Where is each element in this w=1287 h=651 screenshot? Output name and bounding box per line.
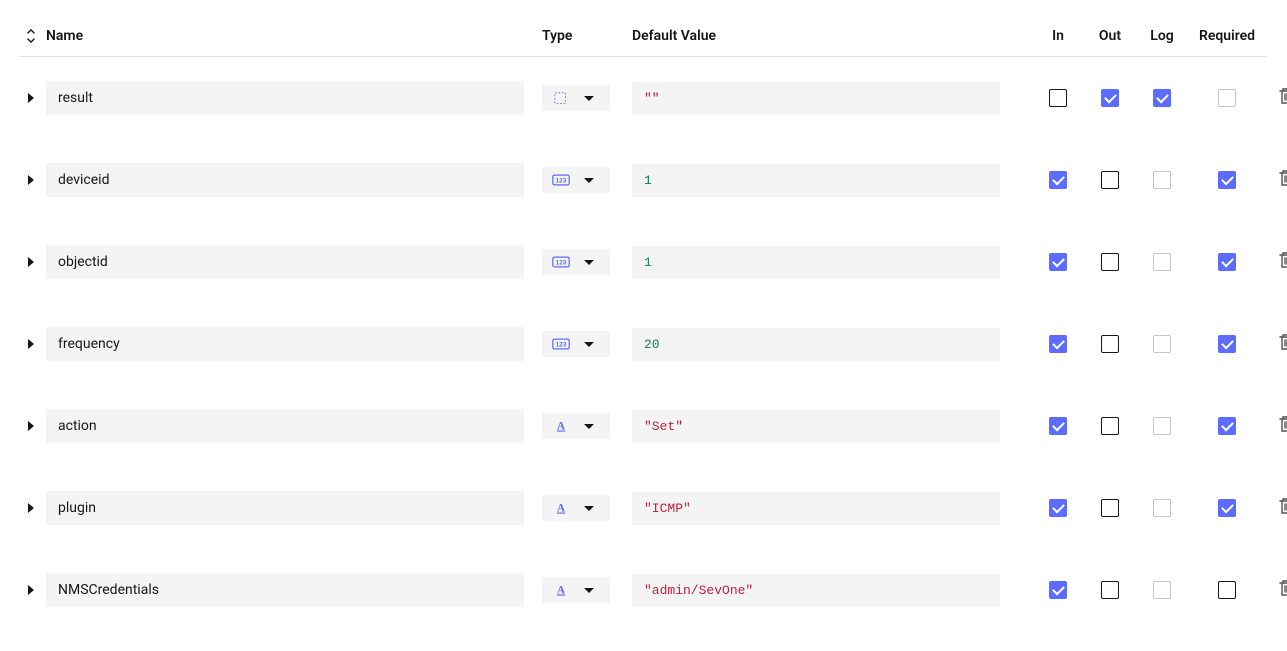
log-checkbox xyxy=(1153,499,1171,517)
in-checkbox[interactable] xyxy=(1049,581,1067,599)
chevron-down-icon xyxy=(584,260,594,265)
log-checkbox[interactable] xyxy=(1153,89,1171,107)
log-checkbox xyxy=(1153,417,1171,435)
name-input[interactable]: result xyxy=(46,81,524,115)
delete-icon[interactable] xyxy=(1278,169,1287,187)
chevron-down-icon xyxy=(584,178,594,183)
default-value-input[interactable]: 1 xyxy=(632,246,1000,279)
type-select[interactable]: A xyxy=(542,495,610,521)
parameters-table: Name Type Default Value In Out Log Requi… xyxy=(20,20,1267,631)
log-checkbox xyxy=(1153,581,1171,599)
name-input[interactable]: frequency xyxy=(46,327,524,361)
header-default: Default Value xyxy=(632,28,1032,44)
in-checkbox[interactable] xyxy=(1049,499,1067,517)
chevron-down-icon xyxy=(584,506,594,511)
header-type: Type xyxy=(542,28,632,44)
required-checkbox[interactable] xyxy=(1218,171,1236,189)
name-input[interactable]: plugin xyxy=(46,491,524,525)
default-value-input[interactable]: 20 xyxy=(632,328,1000,361)
required-checkbox[interactable] xyxy=(1218,417,1236,435)
expand-row-icon[interactable] xyxy=(20,585,42,595)
name-input[interactable]: NMSCredentials xyxy=(46,573,524,607)
delete-icon[interactable] xyxy=(1278,333,1287,351)
required-checkbox xyxy=(1218,89,1236,107)
svg-text:123: 123 xyxy=(556,259,567,266)
type-select[interactable]: A xyxy=(542,413,610,439)
out-checkbox[interactable] xyxy=(1101,335,1119,353)
default-value-input[interactable]: "" xyxy=(632,82,1000,115)
header-in: In xyxy=(1032,28,1084,44)
svg-text:123: 123 xyxy=(556,341,567,348)
header-log: Log xyxy=(1136,28,1188,44)
delete-icon[interactable] xyxy=(1278,251,1287,269)
expand-row-icon[interactable] xyxy=(20,421,42,431)
chevron-down-icon xyxy=(584,96,594,101)
type-string-icon: A xyxy=(552,501,570,515)
type-string-icon: A xyxy=(552,419,570,433)
svg-text:A: A xyxy=(557,503,566,515)
header-name: Name xyxy=(42,28,542,44)
table-row: plugin A "ICMP" xyxy=(20,467,1267,549)
type-number-icon: 123 xyxy=(552,337,570,351)
default-value-input[interactable]: "Set" xyxy=(632,410,1000,443)
delete-icon[interactable] xyxy=(1278,497,1287,515)
expand-row-icon[interactable] xyxy=(20,339,42,349)
type-any-icon xyxy=(552,91,570,105)
required-checkbox[interactable] xyxy=(1218,253,1236,271)
chevron-down-icon xyxy=(584,342,594,347)
type-select[interactable] xyxy=(542,85,610,111)
expand-row-icon[interactable] xyxy=(20,175,42,185)
delete-icon[interactable] xyxy=(1278,415,1287,433)
type-select[interactable]: 123 xyxy=(542,167,610,193)
table-row: action A "Set" xyxy=(20,385,1267,467)
table-row: frequency 123 20 xyxy=(20,303,1267,385)
type-select[interactable]: 123 xyxy=(542,331,610,357)
in-checkbox[interactable] xyxy=(1049,335,1067,353)
out-checkbox[interactable] xyxy=(1101,253,1119,271)
chevron-down-icon xyxy=(584,424,594,429)
out-checkbox[interactable] xyxy=(1101,499,1119,517)
type-number-icon: 123 xyxy=(552,173,570,187)
delete-icon[interactable] xyxy=(1278,87,1287,105)
svg-text:123: 123 xyxy=(556,177,567,184)
in-checkbox[interactable] xyxy=(1049,171,1067,189)
svg-text:A: A xyxy=(557,585,566,597)
out-checkbox[interactable] xyxy=(1101,417,1119,435)
header-required: Required xyxy=(1188,28,1266,44)
in-checkbox[interactable] xyxy=(1049,417,1067,435)
expand-row-icon[interactable] xyxy=(20,503,42,513)
in-checkbox[interactable] xyxy=(1049,253,1067,271)
table-row: result "" xyxy=(20,57,1267,139)
table-row: NMSCredentials A "admin/SevOne" xyxy=(20,549,1267,631)
out-checkbox[interactable] xyxy=(1101,581,1119,599)
table-row: objectid 123 1 xyxy=(20,221,1267,303)
chevron-down-icon xyxy=(584,588,594,593)
required-checkbox[interactable] xyxy=(1218,335,1236,353)
in-checkbox[interactable] xyxy=(1049,89,1067,107)
out-checkbox[interactable] xyxy=(1101,171,1119,189)
header-out: Out xyxy=(1084,28,1136,44)
default-value-input[interactable]: 1 xyxy=(632,164,1000,197)
name-input[interactable]: deviceid xyxy=(46,163,524,197)
out-checkbox[interactable] xyxy=(1101,89,1119,107)
log-checkbox xyxy=(1153,335,1171,353)
type-select[interactable]: A xyxy=(542,577,610,603)
log-checkbox xyxy=(1153,171,1171,189)
log-checkbox xyxy=(1153,253,1171,271)
required-checkbox[interactable] xyxy=(1218,581,1236,599)
collapse-all-icon[interactable] xyxy=(20,29,42,43)
type-number-icon: 123 xyxy=(552,255,570,269)
default-value-input[interactable]: "admin/SevOne" xyxy=(632,574,1000,607)
name-input[interactable]: objectid xyxy=(46,245,524,279)
default-value-input[interactable]: "ICMP" xyxy=(632,492,1000,525)
svg-text:A: A xyxy=(557,421,566,433)
name-input[interactable]: action xyxy=(46,409,524,443)
type-select[interactable]: 123 xyxy=(542,249,610,275)
expand-row-icon[interactable] xyxy=(20,93,42,103)
table-header: Name Type Default Value In Out Log Requi… xyxy=(20,20,1267,57)
table-row: deviceid 123 1 xyxy=(20,139,1267,221)
expand-row-icon[interactable] xyxy=(20,257,42,267)
required-checkbox[interactable] xyxy=(1218,499,1236,517)
type-string-icon: A xyxy=(552,583,570,597)
